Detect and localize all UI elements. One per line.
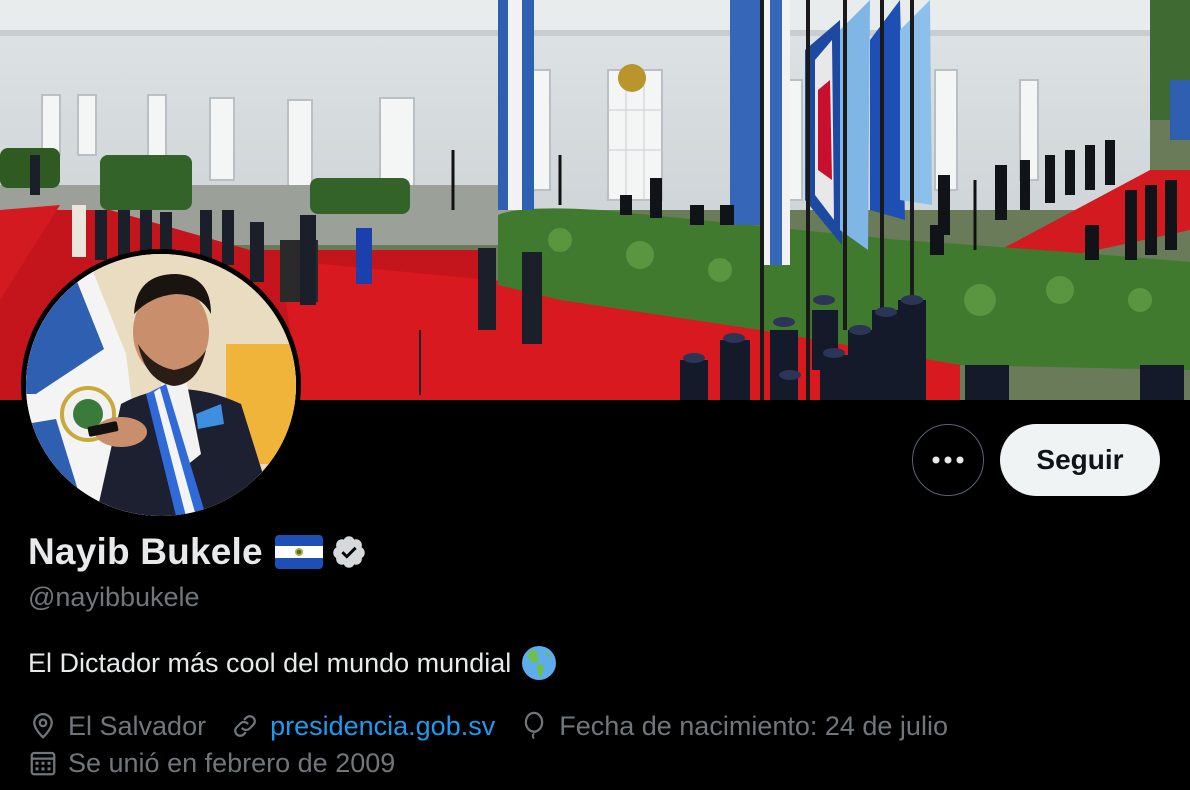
profile-avatar[interactable]	[21, 249, 301, 521]
follow-button[interactable]: Seguir	[1000, 424, 1160, 496]
el-salvador-flag-emoji	[274, 535, 323, 569]
location-pin-icon	[33, 713, 53, 739]
more-dots-icon	[932, 456, 964, 464]
more-options-button[interactable]	[912, 424, 984, 496]
location-item: El Salvador	[28, 711, 206, 742]
link-icon	[234, 715, 256, 737]
bio-text: El Dictador más cool del mundo mundial	[28, 647, 512, 678]
website-link[interactable]: presidencia.gob.sv	[270, 711, 495, 742]
profile-name-row: Nayib Bukele	[28, 528, 367, 576]
globe-americas-emoji	[521, 645, 557, 681]
profile-handle: @nayibbukele	[28, 582, 200, 612]
balloon-icon	[524, 711, 544, 740]
birthday-text: Fecha de nacimiento: 24 de julio	[559, 710, 948, 741]
verified-badge-icon[interactable]	[331, 534, 367, 570]
birthday-item: Fecha de nacimiento: 24 de julio	[519, 711, 948, 742]
display-name: Nayib Bukele	[28, 531, 263, 572]
profile-meta-row: El Salvador presidencia.gob.sv Fecha de …	[28, 708, 972, 744]
calendar-icon	[30, 751, 56, 776]
website-item: presidencia.gob.sv	[230, 711, 495, 742]
joined-text: Se unió en febrero de 2009	[68, 747, 396, 778]
location-text: El Salvador	[68, 710, 207, 741]
joined-item: Se unió en febrero de 2009	[28, 748, 395, 779]
profile-meta-row-2: Se unió en febrero de 2009	[28, 745, 419, 781]
avatar-photo	[26, 254, 296, 516]
profile-bio: El Dictador más cool del mundo mundial	[28, 645, 557, 681]
